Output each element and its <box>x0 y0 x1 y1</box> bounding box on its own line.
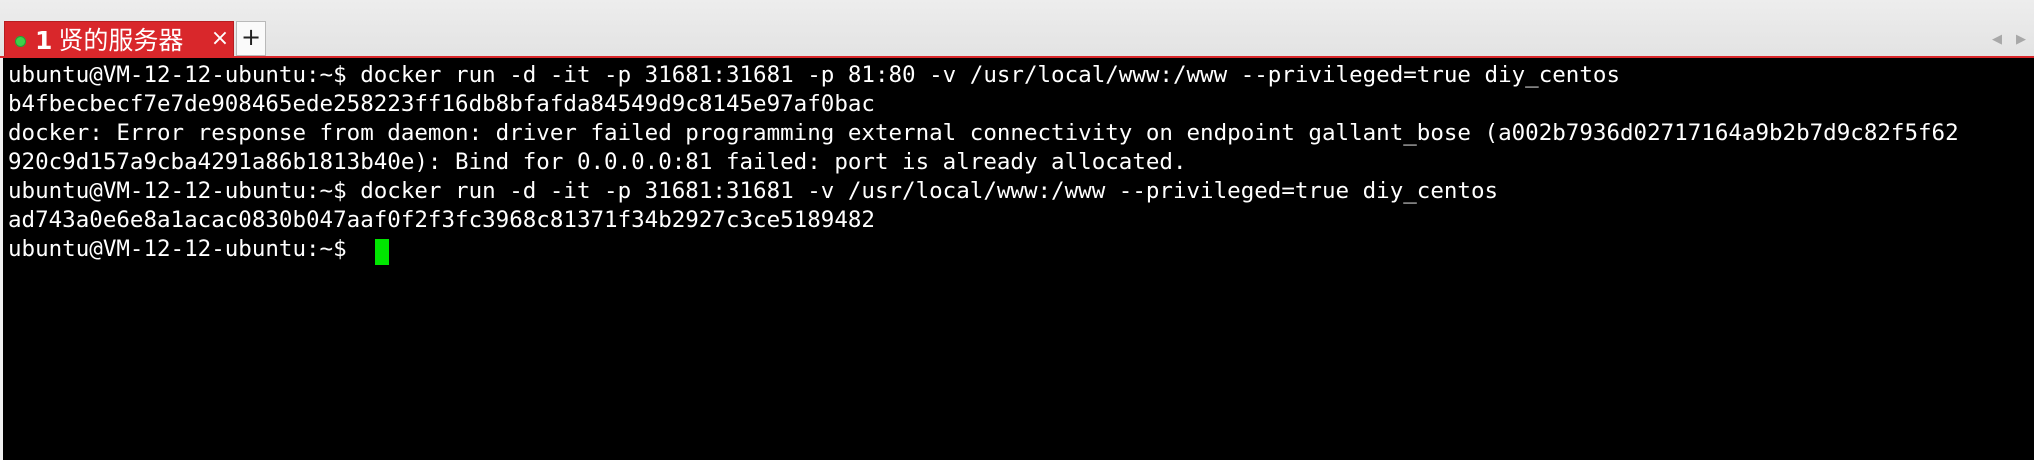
scroll-left-icon[interactable]: ◀ <box>1990 30 2004 50</box>
terminal-line: docker: Error response from daemon: driv… <box>8 120 1959 146</box>
tab-number: 1 <box>35 26 53 55</box>
terminal-line: b4fbecbecf7e7de908465ede258223ff16db8bfa… <box>8 91 875 117</box>
tab-server[interactable]: 1 贤的服务器 × <box>4 21 234 58</box>
connection-status-icon <box>15 36 26 47</box>
tab-title: 1 贤的服务器 <box>35 26 183 56</box>
terminal-line: ubuntu@VM-12-12-ubuntu:~$ docker run -d … <box>8 62 1620 88</box>
tab-bar: 1 贤的服务器 × + ◀ ▶ <box>0 0 2034 58</box>
scroll-right-icon[interactable]: ▶ <box>2014 30 2028 50</box>
terminal-window: 1 贤的服务器 × + ◀ ▶ ubuntu@VM-12-12-ubuntu:~$… <box>0 0 2034 460</box>
terminal-line: 920c9d157a9cba4291a86b1813b40e): Bind fo… <box>8 149 1187 175</box>
new-tab-button[interactable]: + <box>236 21 266 56</box>
close-icon[interactable]: × <box>209 26 231 52</box>
terminal-area[interactable]: ubuntu@VM-12-12-ubuntu:~$ docker run -d … <box>3 58 2034 460</box>
tab-name: 贤的服务器 <box>58 26 184 55</box>
terminal-cursor <box>375 239 389 265</box>
terminal-prompt: ubuntu@VM-12-12-ubuntu:~$ <box>8 236 361 262</box>
terminal-line: ad743a0e6e8a1acac0830b047aaf0f2f3fc3968c… <box>8 207 875 233</box>
terminal-line: ubuntu@VM-12-12-ubuntu:~$ docker run -d … <box>8 178 1499 204</box>
